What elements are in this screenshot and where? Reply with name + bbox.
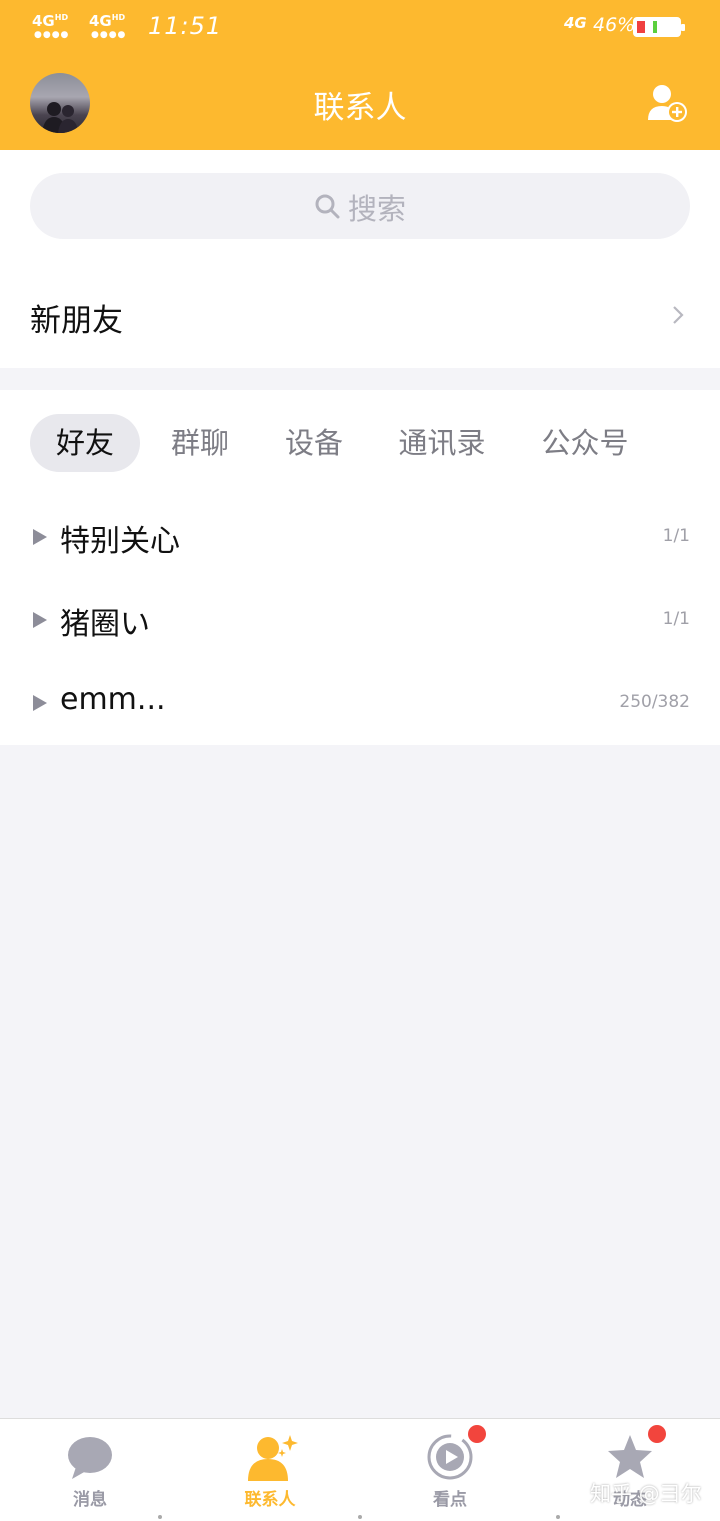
signal-2-label: 4GHD [89, 12, 126, 30]
tab-friends[interactable]: 好友 [30, 414, 140, 472]
expand-triangle-icon [33, 612, 47, 628]
network-type: 4G [564, 14, 587, 32]
expand-triangle-icon [33, 695, 47, 711]
nav-watch[interactable]: 看点 [360, 1419, 540, 1521]
expand-triangle-icon [33, 529, 47, 545]
group-row-pig-circle[interactable]: 猪圈い 1/1 [0, 585, 720, 655]
nav-contacts[interactable]: 联系人 [180, 1419, 360, 1521]
tab-groups[interactable]: 群聊 [158, 414, 242, 472]
signal-1-strength: ●●●● [34, 30, 70, 40]
group-row-special-care[interactable]: 特别关心 1/1 [0, 502, 720, 572]
nav-indicator-dot [358, 1515, 362, 1519]
status-time: 11:51 [148, 12, 223, 40]
nav-messages[interactable]: 消息 [0, 1419, 180, 1521]
notification-badge [648, 1425, 666, 1443]
nav-label: 联系人 [244, 1490, 296, 1510]
group-name: 猪圈い [60, 607, 150, 642]
new-friends-label: 新朋友 [30, 303, 123, 339]
watermark: 知乎 @彐尔 [590, 1482, 702, 1506]
group-name: emm... [60, 682, 166, 717]
play-icon [427, 1434, 473, 1480]
add-contact-icon [648, 85, 687, 122]
nav-indicator-dot [556, 1515, 560, 1519]
page-title: 联系人 [313, 90, 407, 126]
nav-indicator-dot [158, 1515, 162, 1519]
nav-label: 看点 [433, 1490, 467, 1510]
signal-2-strength: ●●●● [91, 30, 127, 40]
tab-address-book[interactable]: 通讯录 [384, 414, 500, 472]
search-placeholder: 搜索 [348, 192, 407, 226]
tab-official-accounts[interactable]: 公众号 [528, 414, 642, 472]
group-count: 1/1 [662, 526, 690, 546]
battery-percent: 46% [593, 14, 636, 36]
status-bar: 4GHD ●●●● 4GHD ●●●● 11:51 4G 46% [0, 0, 720, 56]
signal-1-label: 4GHD [32, 12, 69, 30]
nav-label: 消息 [73, 1490, 107, 1510]
notification-badge [468, 1425, 486, 1443]
add-contact-button[interactable] [646, 82, 688, 124]
tab-devices[interactable]: 设备 [272, 414, 356, 472]
group-count: 250/382 [619, 692, 690, 712]
group-count: 1/1 [662, 609, 690, 629]
battery-icon [633, 17, 685, 37]
contacts-icon [248, 1435, 298, 1481]
group-name: 特别关心 [60, 524, 180, 559]
star-icon [608, 1435, 652, 1478]
chat-bubble-icon [68, 1437, 112, 1479]
group-row-emm[interactable]: emm... 250/382 [0, 668, 720, 738]
chevron-right-icon [673, 306, 684, 324]
search-icon [315, 194, 340, 219]
